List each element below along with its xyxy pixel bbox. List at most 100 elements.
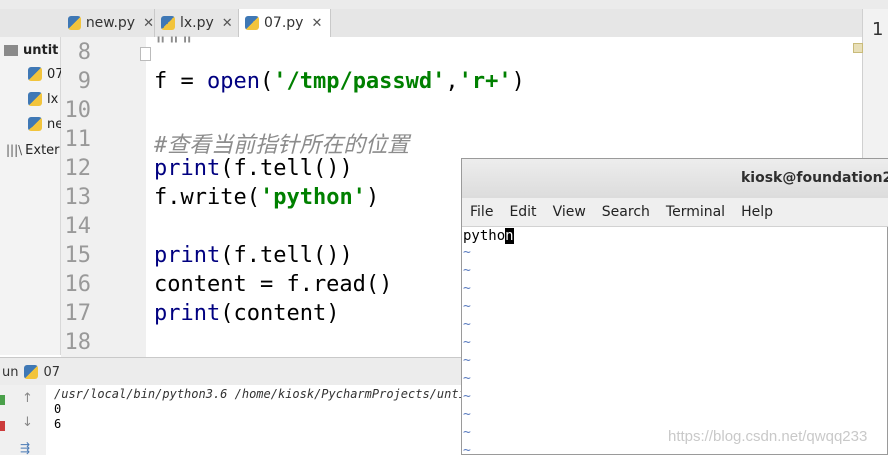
tab-07-py[interactable]: 07.py ✕ [239,9,331,37]
line-number: 10 [64,98,92,123]
python-file-icon [28,67,42,81]
code-token: open [206,69,260,94]
code-token: , [445,69,459,94]
file-item[interactable]: lx [28,88,58,110]
tab-new-py[interactable]: new.py ✕ [62,9,155,37]
external-libraries[interactable]: |||\ Exter [6,139,60,161]
close-icon[interactable]: ✕ [143,16,154,31]
python-file-icon [28,92,42,106]
code-token: 'r+' [458,69,512,94]
vim-empty-line-tilde: ~ [463,353,471,368]
vim-empty-line-tilde: ~ [463,407,471,422]
menu-file[interactable]: File [470,204,493,220]
line-number: 11 [64,127,92,152]
code-line[interactable]: f = open('/tmp/passwd','r+') [154,69,525,94]
vim-empty-line-tilde: ~ [463,299,471,314]
code-token: (content) [220,301,340,326]
code-line[interactable]: print(content) [154,301,339,326]
terminal-text-body: pytho [463,228,506,244]
code-line[interactable]: #查看当前指针所在的位置 [154,127,409,159]
soft-wrap-icon[interactable]: ⇶ [20,441,30,455]
menu-terminal[interactable]: Terminal [666,204,725,220]
vim-empty-line-tilde: ~ [463,443,471,458]
code-token: content = f.read() [154,272,393,297]
rerun-icon[interactable] [0,395,5,405]
file-item[interactable]: ne [28,113,63,135]
terminal-text: python [463,228,514,244]
tab-lx-py[interactable]: lx.py ✕ [155,9,239,37]
terminal-content: python [463,228,514,244]
python-file-icon [24,365,39,379]
terminal-titlebar[interactable]: kiosk@foundation26:/ [462,159,888,198]
close-icon[interactable]: ✕ [311,16,322,31]
run-output-line: 0 [54,402,62,416]
run-panel-header: un 07 [0,357,462,387]
close-icon[interactable]: ✕ [222,16,233,31]
menu-view[interactable]: View [553,204,586,220]
run-toolbar: ↑ ↓ ⇶ [0,385,47,455]
line-number: 9 [77,69,91,94]
python-file-icon [161,16,175,30]
menu-help[interactable]: Help [741,204,773,220]
scroll-up-icon[interactable]: ↑ [22,391,33,406]
code-token: ( [259,69,274,94]
line-number: 8 [77,40,91,65]
menu-edit[interactable]: Edit [509,204,536,220]
run-label: un [2,364,19,380]
warning-marker [853,43,863,53]
vim-empty-line-tilde: ~ [463,263,471,278]
folder-icon [4,44,18,56]
code-line[interactable]: print(f.tell()) [154,156,353,181]
code-token: #查看当前指针所在的位置 [154,133,410,158]
line-number: 16 [64,272,92,297]
code-token: print [154,301,221,326]
project-root[interactable]: untit [4,39,58,61]
fold-marker-icon[interactable] [140,47,151,61]
python-file-icon [28,117,42,131]
code-token: print [154,156,221,181]
code-token: f.write( [154,185,260,210]
vim-empty-line-tilde: ~ [463,245,471,260]
code-token: (f.tell()) [220,243,353,268]
vim-empty-line-tilde: ~ [463,371,471,386]
code-token: """ [154,34,194,59]
terminal-title: kiosk@foundation26:/ [741,170,888,186]
code-token: print [154,243,221,268]
code-token: 'python' [259,185,366,210]
line-number: 17 [64,301,92,326]
code-token: '/tmp/passwd' [273,69,446,94]
line-number: 14 [64,214,92,239]
file-item[interactable]: 07 [28,63,64,85]
project-panel: untit 07 lx ne |||\ Exter [0,37,64,355]
vim-empty-line-tilde: ~ [463,389,471,404]
editor-tab-bar: new.py ✕ lx.py ✕ 07.py ✕ [0,9,862,38]
vim-empty-line-tilde: ~ [463,281,471,296]
code-line[interactable]: f.write('python') [154,185,379,210]
tab-label: 07.py [264,15,304,31]
code-token: ) [365,185,380,210]
watermark: https://blog.csdn.net/qwqq233 [668,428,868,445]
scroll-down-icon[interactable]: ↓ [22,415,33,430]
python-file-icon [68,16,81,30]
vim-empty-line-tilde: ~ [463,335,471,350]
tab-label: lx.py [180,15,214,31]
python-file-icon [245,16,259,30]
code-line[interactable]: content = f.read() [154,272,392,297]
tab-label: new.py [85,15,136,31]
line-number-digit: 1 [872,19,884,40]
code-token: f = [154,69,207,94]
vim-empty-line-tilde: ~ [463,317,471,332]
run-output-line: 6 [54,417,62,431]
code-line[interactable]: print(f.tell()) [154,243,353,268]
stop-icon[interactable] [0,421,5,431]
code-token: ) [511,69,525,94]
line-number: 15 [64,243,92,268]
run-config-name[interactable]: 07 [43,365,60,380]
menu-search[interactable]: Search [602,204,650,220]
line-number: 12 [64,156,92,181]
line-number: 13 [64,185,92,210]
top-toolbar [0,0,888,9]
run-output-line: /usr/local/bin/python3.6 /home/kiosk/Pyc… [54,387,474,401]
terminal-menubar: File Edit View Search Terminal Help [462,198,888,227]
code-line[interactable]: """ [154,34,194,59]
